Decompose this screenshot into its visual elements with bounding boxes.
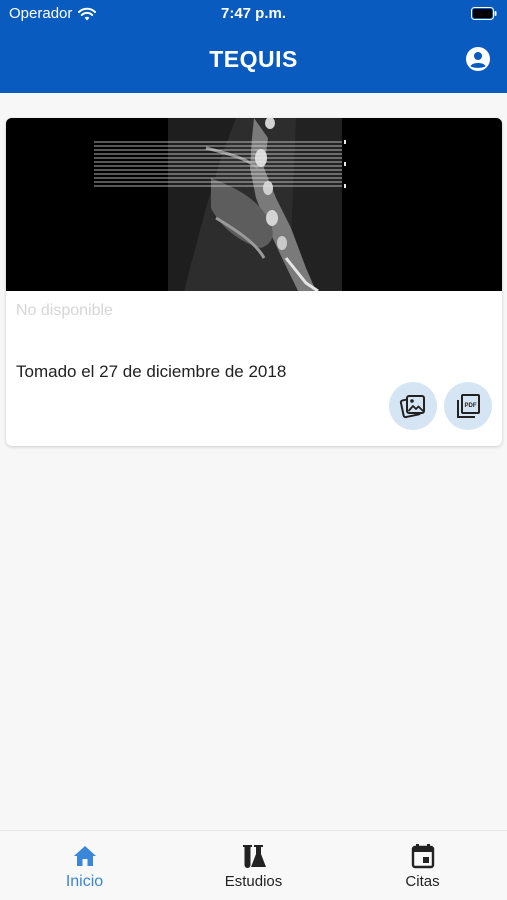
calendar-icon [411,844,434,869]
study-date: Tomado el 27 de diciembre de 2018 [16,362,287,381]
image-gallery-icon [399,395,425,419]
account-circle-icon [466,47,490,71]
view-images-button[interactable] [389,382,437,430]
lab-flasks-icon [242,845,266,868]
tab-estudios[interactable]: Estudios [169,831,338,900]
view-pdf-button[interactable]: PDF [444,382,492,430]
tab-estudios-label: Estudios [224,873,283,890]
tab-citas-label: Citas [405,873,440,890]
status-time: 7:47 p.m. [220,5,287,22]
study-card[interactable]: No disponible Tomado el 27 de diciembre … [6,118,502,446]
svg-text:PDF: PDF [465,403,477,409]
profile-button[interactable] [465,46,491,72]
availability-status: No disponible [16,302,113,319]
status-bar: Operador 7:47 p.m. [0,0,507,28]
app-title: TEQUIS [209,46,298,72]
battery-icon [471,7,497,20]
home-icon [73,846,96,866]
study-image[interactable] [6,118,502,291]
tab-citas[interactable]: Citas [338,831,507,900]
tab-inicio[interactable]: Inicio [0,831,169,900]
pdf-icon: PDF [457,394,480,418]
tab-inicio-label: Inicio [65,873,104,890]
bottom-tab-bar: Inicio Estudios Citas [0,830,507,900]
header: Operador 7:47 p.m. TEQUIS [0,0,507,93]
